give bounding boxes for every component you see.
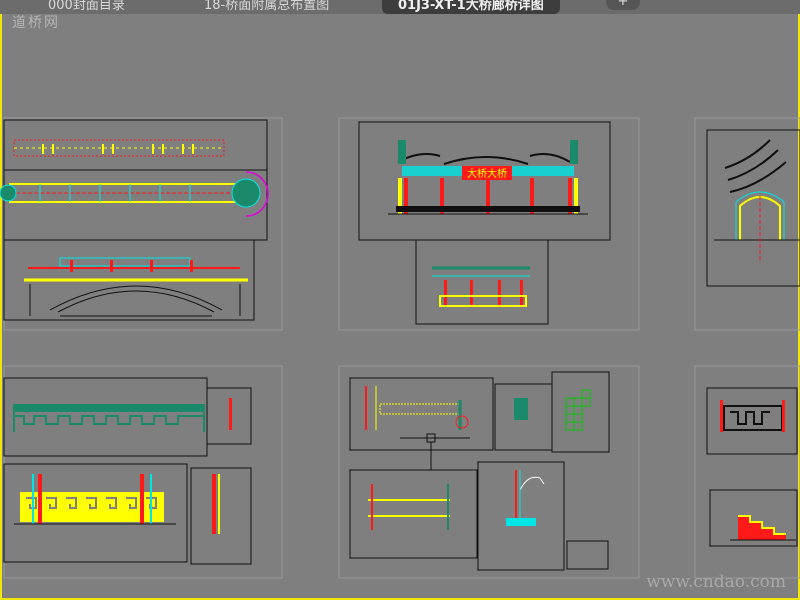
sheet-step-detail — [694, 365, 800, 579]
sheet-gateway-elevation: 大桥大桥 — [338, 117, 640, 331]
drawing-canvas[interactable]: 大桥大桥 — [0, 0, 800, 600]
sheet-corridor-section — [338, 365, 640, 579]
sheet-roof-detail — [694, 117, 800, 331]
sheet-bridge-plan-elevation — [0, 117, 283, 331]
watermark-url: www.cndao.com — [646, 572, 786, 592]
sheet-railing-detail — [3, 365, 283, 579]
